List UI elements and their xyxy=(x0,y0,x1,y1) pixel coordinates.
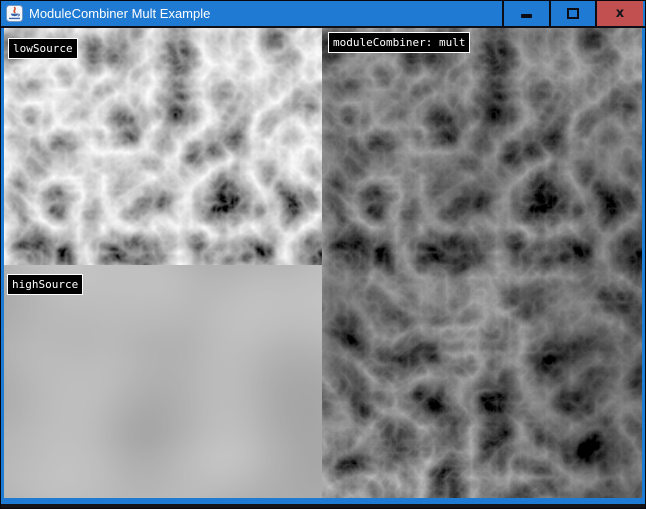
panel-label-lowsource: lowSource xyxy=(8,38,78,59)
lowsource-noise-image xyxy=(4,28,322,265)
panel-highsource: highSource xyxy=(4,265,322,498)
panel-label-highsource: highSource xyxy=(7,274,83,295)
panel-label-modulecombiner-mult: moduleCombiner: mult xyxy=(328,32,470,53)
titlebar[interactable]: ModuleCombiner Mult Example x xyxy=(1,1,645,28)
maximize-icon xyxy=(567,8,579,19)
application-window: ModuleCombiner Mult Example x xyxy=(0,0,646,509)
java-coffee-cup-icon[interactable] xyxy=(6,5,23,22)
highsource-noise-image xyxy=(4,265,322,498)
minimize-icon xyxy=(521,14,532,18)
window-bottom-edge xyxy=(1,504,645,508)
close-button[interactable]: x xyxy=(597,1,643,26)
window-controls: x xyxy=(502,1,643,26)
close-icon: x xyxy=(616,7,624,20)
panel-modulecombiner-mult: moduleCombiner: mult xyxy=(322,28,642,498)
panel-lowsource: lowSource xyxy=(4,28,322,265)
window-title: ModuleCombiner Mult Example xyxy=(29,1,210,26)
maximize-button[interactable] xyxy=(551,1,595,26)
minimize-button[interactable] xyxy=(504,1,549,26)
modulecombiner-noise-image xyxy=(322,28,642,498)
content-area: lowSource xyxy=(4,28,642,498)
